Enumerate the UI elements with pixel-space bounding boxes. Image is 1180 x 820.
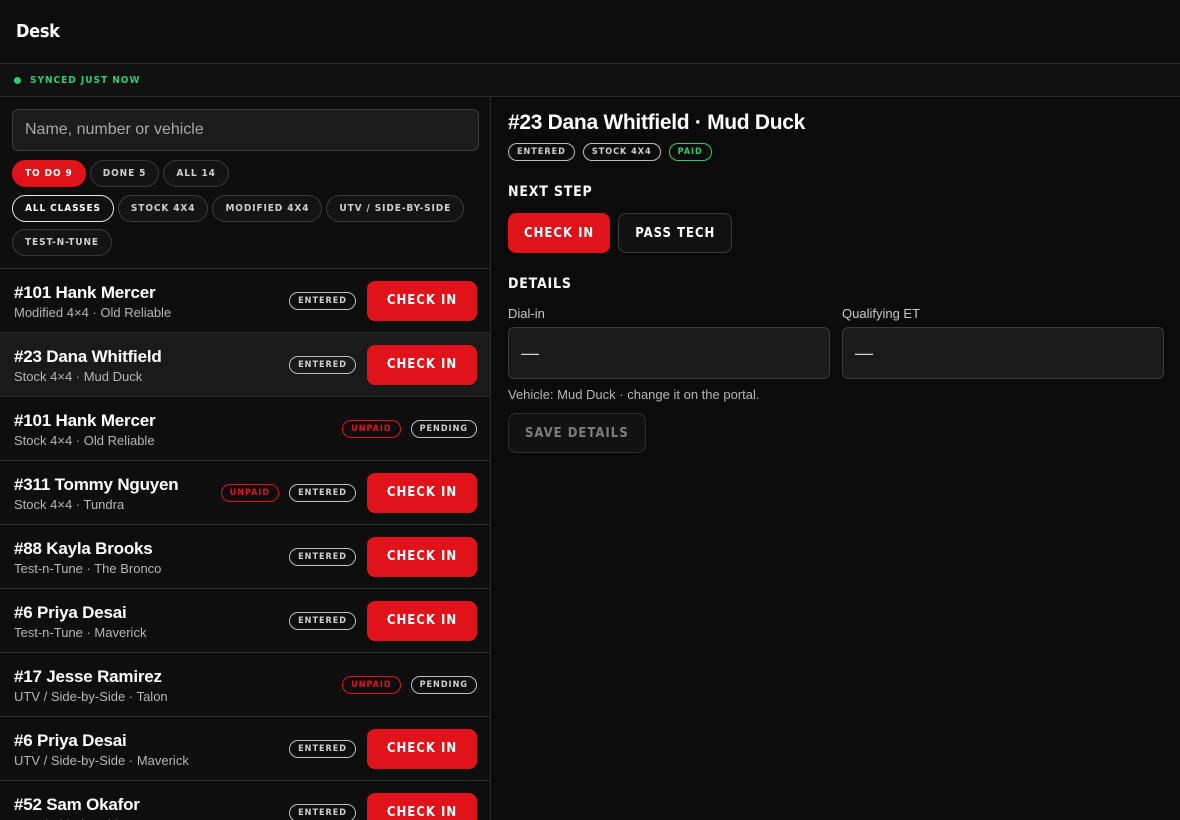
- detail-panel: #23 Dana Whitfield · Mud Duck ENTERED ST…: [492, 97, 1180, 820]
- entry-actions: UNPAID PENDING: [342, 397, 477, 460]
- entry-class-vehicle: UTV / Side-by-Side · Maverick: [14, 753, 189, 768]
- check-in-button[interactable]: CHECK IN: [367, 600, 477, 641]
- entry-badges: UNPAID ENTERED: [220, 483, 356, 502]
- paid-badge: PAID: [668, 143, 712, 161]
- entered-badge: ENTERED: [289, 291, 356, 310]
- filter-chip-todo[interactable]: TO DO 9: [12, 160, 86, 187]
- entry-row[interactable]: #311 Tommy Nguyen Stock 4×4 · Tundra UNPAI…: [0, 461, 490, 525]
- filter-chip-done[interactable]: DONE 5: [89, 160, 160, 187]
- save-details-button[interactable]: SAVE DETAILS: [508, 413, 646, 453]
- entry-name: #6 Priya Desai: [14, 731, 127, 750]
- entered-badge: ENTERED: [289, 355, 356, 374]
- entered-badge: ENTERED: [289, 739, 356, 758]
- entry-list: #101 Hank Mercer Modified 4×4 · Old Relia…: [0, 268, 490, 820]
- qualifying-et-field[interactable]: —: [842, 327, 1164, 379]
- check-in-button[interactable]: CHECK IN: [367, 536, 477, 577]
- entry-row[interactable]: #6 Priya Desai UTV / Side-by-Side · Maver…: [0, 717, 490, 781]
- class-chip-modified[interactable]: MODIFIED 4X4: [212, 195, 323, 222]
- entry-actions: ENTERED CHECK IN: [289, 269, 477, 332]
- pass-tech-button[interactable]: PASS TECH: [618, 213, 733, 253]
- entries-panel: TO DO 9DONE 5ALL 14 ALL CLASSESSTOCK 4X4…: [0, 97, 491, 820]
- entry-name: #101 Hank Mercer: [14, 283, 156, 302]
- entry-actions: ENTERED CHECK IN: [289, 589, 477, 652]
- status-filter-group: TO DO 9 DONE 5 ALL 14: [12, 160, 233, 194]
- check-in-button[interactable]: CHECK IN: [367, 280, 477, 321]
- dial-in-label: Dial-in: [508, 306, 545, 321]
- class-chip-utv[interactable]: UTV / SIDE-BY-SIDE: [326, 195, 465, 222]
- check-in-button[interactable]: CHECK IN: [508, 213, 611, 253]
- entered-badge: ENTERED: [289, 547, 356, 566]
- pending-badge: PENDING: [410, 419, 477, 438]
- vehicle-hint: Vehicle: Mud Duck · change it on the por…: [508, 387, 760, 402]
- entry-row[interactable]: #101 Hank Mercer Modified 4×4 · Old Relia…: [0, 269, 490, 333]
- entry-class-vehicle: Stock 4×4 · Tundra: [14, 497, 125, 512]
- detail-badges: ENTERED STOCK 4X4 PAID: [508, 143, 712, 161]
- entry-actions: ENTERED CHECK IN: [289, 333, 477, 396]
- unpaid-badge: UNPAID: [342, 419, 401, 438]
- entry-class-vehicle: Test-n-Tune · Maverick: [14, 625, 147, 640]
- entry-row[interactable]: #101 Hank Mercer Stock 4×4 · Old Reliable…: [0, 397, 490, 461]
- unpaid-badge: UNPAID: [220, 483, 280, 502]
- check-in-button[interactable]: CHECK IN: [367, 344, 477, 385]
- class-chip-all[interactable]: ALL CLASSES: [12, 195, 114, 222]
- entry-badges: ENTERED: [289, 803, 356, 820]
- entry-row[interactable]: #88 Kayla Brooks Test-n-Tune · The Bronco…: [0, 525, 490, 589]
- class-chip-stock[interactable]: STOCK 4X4: [117, 195, 209, 222]
- qualifying-et-label: Qualifying ET: [842, 306, 921, 321]
- entry-name: #23 Dana Whitfield: [14, 347, 162, 366]
- entry-class-vehicle: Stock 4×4 · Old Reliable: [14, 433, 155, 448]
- entry-row[interactable]: #6 Priya Desai Test-n-Tune · Maverick ENTE…: [0, 589, 490, 653]
- detail-title: #23 Dana Whitfield · Mud Duck: [508, 111, 806, 134]
- entry-badges: UNPAID PENDING: [342, 419, 477, 438]
- unpaid-badge: UNPAID: [342, 675, 401, 694]
- entered-badge: ENTERED: [289, 803, 356, 820]
- class-chip-test-n-tune[interactable]: TEST-N-TUNE: [12, 229, 112, 256]
- entered-badge: ENTERED: [289, 611, 356, 630]
- entry-actions: ENTERED CHECK IN: [289, 717, 477, 780]
- app-title: Desk: [16, 21, 60, 42]
- sync-dot-icon: [14, 76, 21, 84]
- entry-name: #17 Jesse Ramirez: [14, 667, 162, 686]
- sync-status-text: SYNCED JUST NOW: [30, 74, 141, 86]
- details-heading: DETAILS: [508, 276, 572, 292]
- entry-class-vehicle: UTV / Side-by-Side · Talon: [14, 689, 168, 704]
- entry-name: #52 Sam Okafor: [14, 795, 140, 814]
- entry-class-vehicle: Modified 4×4 · Old Reliable: [14, 305, 172, 320]
- check-in-button[interactable]: CHECK IN: [367, 472, 477, 513]
- search-input[interactable]: [12, 109, 479, 151]
- check-in-button[interactable]: CHECK IN: [367, 728, 477, 769]
- entry-row[interactable]: #52 Sam OkaforUTV / Side-by-Side · RZREN…: [0, 781, 490, 820]
- status-badge: ENTERED: [508, 143, 575, 161]
- filter-chip-all[interactable]: ALL 14: [163, 160, 229, 187]
- entry-name: #88 Kayla Brooks: [14, 539, 153, 558]
- entry-actions: UNPAID PENDING: [342, 653, 477, 716]
- class-filter-group: ALL CLASSES STOCK 4X4 MODIFIED 4X4 UTV / SI…: [12, 195, 482, 263]
- entry-badges: UNPAID PENDING: [342, 675, 477, 694]
- entry-name: #101 Hank Mercer: [14, 411, 156, 430]
- entered-badge: ENTERED: [289, 483, 356, 502]
- entry-badges: ENTERED: [289, 547, 356, 566]
- next-step-actions: CHECK IN PASS TECH: [508, 213, 733, 253]
- entry-badges: ENTERED: [289, 739, 356, 758]
- entry-class-vehicle: Stock 4×4 · Mud Duck: [14, 369, 143, 384]
- entry-actions: ENTERED CHECK IN: [289, 781, 477, 820]
- entry-actions: UNPAID ENTERED CHECK IN: [220, 461, 477, 524]
- entry-actions: ENTERED CHECK IN: [289, 525, 477, 588]
- dial-in-field[interactable]: —: [508, 327, 830, 379]
- next-step-heading: NEXT STEP: [508, 184, 593, 200]
- pending-badge: PENDING: [410, 675, 477, 694]
- entry-name: #311 Tommy Nguyen: [14, 475, 179, 494]
- app-header: Desk: [0, 0, 1180, 64]
- entry-badges: ENTERED: [289, 291, 356, 310]
- entry-badges: ENTERED: [289, 355, 356, 374]
- entry-name: #6 Priya Desai: [14, 603, 127, 622]
- check-in-button[interactable]: CHECK IN: [367, 792, 477, 820]
- class-badge: STOCK 4X4: [582, 143, 661, 161]
- sync-status-bar: SYNCED JUST NOW: [0, 64, 1180, 97]
- entry-badges: ENTERED: [289, 611, 356, 630]
- entry-row[interactable]: #17 Jesse Ramirez UTV / Side-by-Side · Ta…: [0, 653, 490, 717]
- entry-class-vehicle: Test-n-Tune · The Bronco: [14, 561, 162, 576]
- entry-row[interactable]: #23 Dana Whitfield Stock 4×4 · Mud Duck EN…: [0, 333, 490, 397]
